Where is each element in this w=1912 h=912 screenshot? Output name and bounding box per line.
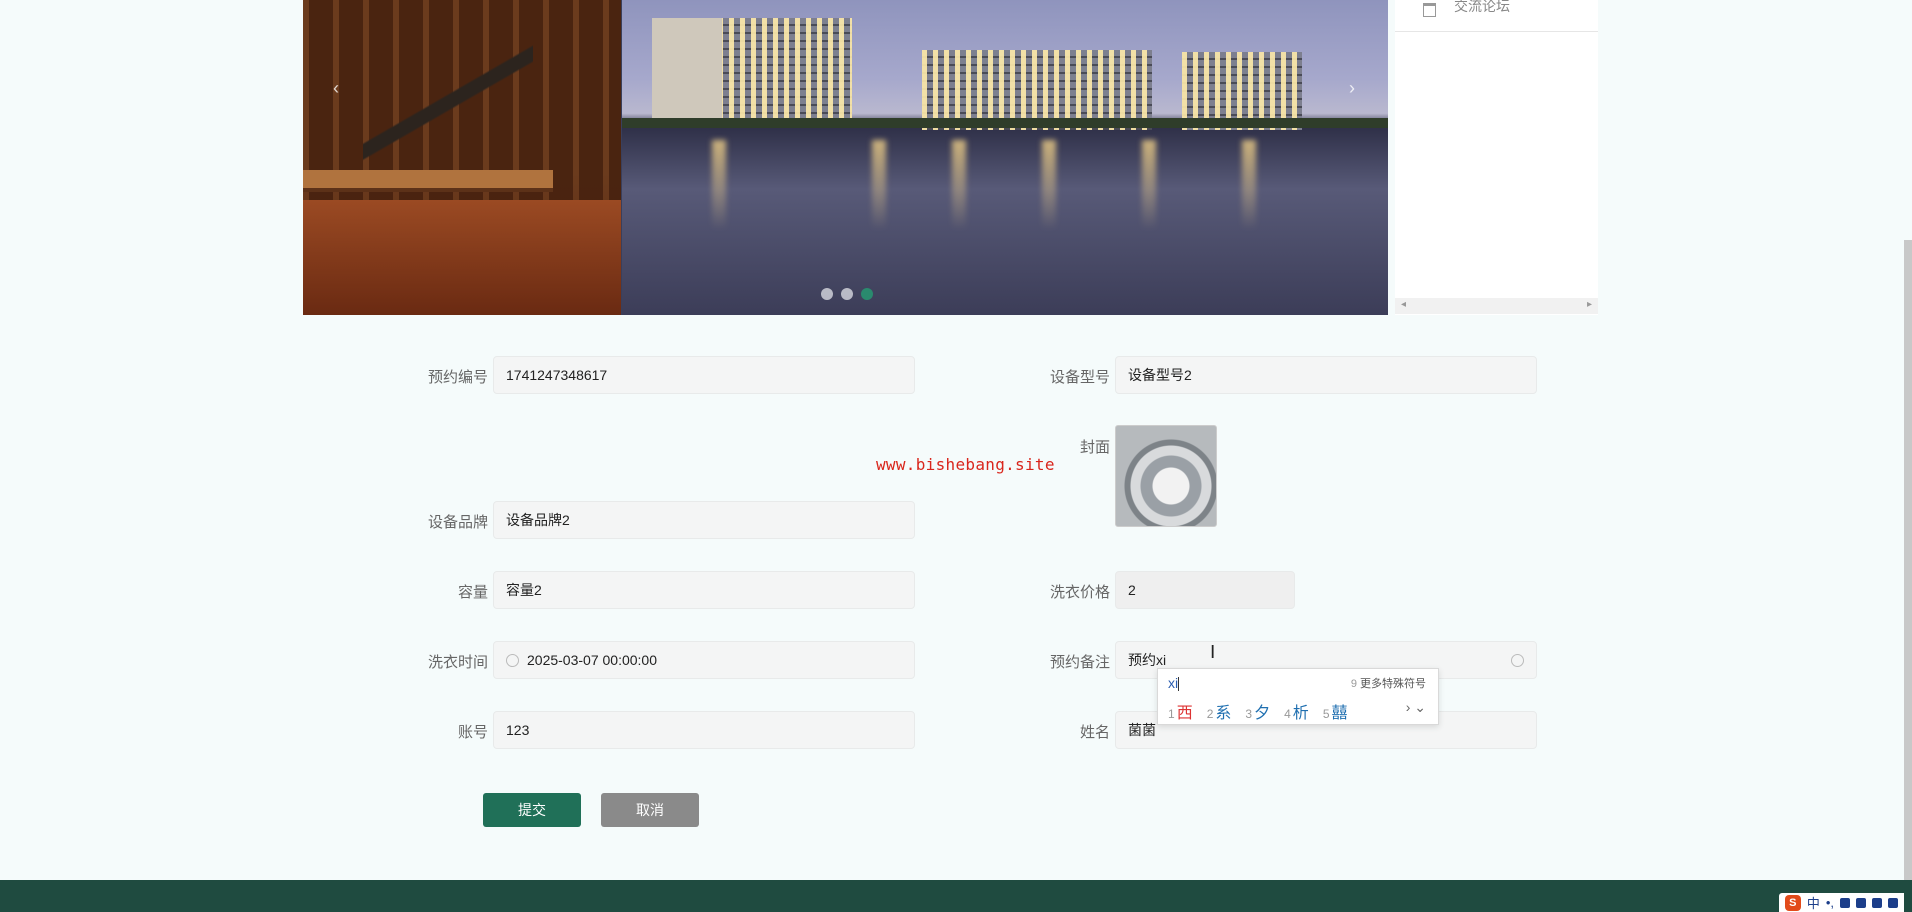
ime-candidate-popup[interactable]: xi 9 更多特殊符号 1西 2系 3夕 4析 5囍 › ⌄ [1157, 668, 1439, 725]
side-menu-item-forum[interactable]: 交流论坛 [1423, 0, 1510, 30]
calendar-icon [1423, 3, 1436, 17]
note-value: 预约xi [1128, 652, 1167, 668]
submit-button[interactable]: 提交 [483, 793, 581, 827]
watermark-text: www.bishebang.site [876, 455, 1055, 474]
wash-time-picker[interactable]: 2025-03-07 00:00:00 [493, 641, 915, 679]
account-input[interactable]: 123 [493, 711, 915, 749]
punctuation-icon[interactable]: •, [1826, 895, 1834, 910]
brand-input[interactable]: 设备品牌2 [493, 501, 915, 539]
carousel-dot-active[interactable] [861, 288, 873, 300]
ime-pinyin: xi [1168, 675, 1180, 692]
side-menu-item-label: 交流论坛 [1454, 0, 1510, 14]
ime-special-symbols[interactable]: 9 更多特殊符号 [1351, 675, 1426, 691]
carousel-prev-icon[interactable]: ‹ [333, 78, 339, 99]
staircase-shape [363, 40, 533, 170]
text-cursor-icon: I [1210, 642, 1216, 663]
cancel-button[interactable]: 取消 [601, 793, 699, 827]
booking-no-label: 预约编号 [427, 369, 488, 386]
page-footer [0, 880, 1912, 912]
scroll-left-icon[interactable]: ◂ [1401, 299, 1406, 310]
brand-label: 设备品牌 [427, 514, 488, 531]
toolbox-icon[interactable] [1888, 897, 1898, 908]
library-slide-image [303, 0, 621, 315]
cover-image[interactable] [1115, 425, 1217, 527]
clock-icon [506, 653, 519, 667]
divider [1395, 31, 1598, 32]
light-reflection [1042, 140, 1056, 230]
light-reflection [952, 140, 966, 230]
wash-time-label: 洗衣时间 [427, 654, 488, 671]
building-left-wall [652, 18, 722, 118]
ime-toolbar[interactable]: S 中 •, [1778, 893, 1904, 912]
carousel-next-icon[interactable]: › [1349, 78, 1355, 99]
carousel-indicators [821, 288, 873, 300]
ime-next-page-icon[interactable]: › ⌄ [1406, 699, 1426, 716]
tree-line [622, 118, 1388, 128]
note-label: 预约备注 [1049, 654, 1110, 671]
side-menu-panel: 交流论坛 ◂ ▸ [1395, 0, 1598, 315]
skin-icon[interactable] [1872, 897, 1882, 908]
campus-slide-image [622, 0, 1388, 315]
light-reflection [872, 140, 886, 230]
vertical-scrollbar[interactable] [1904, 240, 1912, 912]
banner-carousel[interactable]: ‹ › [303, 0, 1388, 315]
carousel-dot[interactable] [821, 288, 833, 300]
capacity-input[interactable]: 容量2 [493, 571, 915, 609]
account-label: 账号 [457, 724, 488, 741]
horizontal-scrollbar[interactable]: ◂ ▸ [1395, 298, 1598, 314]
ime-candidate[interactable]: 5囍 [1323, 699, 1348, 723]
sogou-logo-icon: S [1784, 894, 1801, 911]
carousel-dot[interactable] [841, 288, 853, 300]
floor-shape [303, 200, 621, 315]
keyboard-icon[interactable] [1856, 897, 1866, 908]
clear-icon[interactable] [1511, 654, 1524, 667]
ime-candidate[interactable]: 3夕 [1245, 699, 1270, 723]
ime-mode-indicator[interactable]: 中 [1807, 893, 1820, 912]
scroll-right-icon[interactable]: ▸ [1587, 299, 1592, 310]
light-reflection [712, 140, 726, 230]
ime-candidate[interactable]: 2系 [1207, 699, 1232, 723]
microphone-icon[interactable] [1840, 897, 1850, 908]
light-reflection [1242, 140, 1256, 230]
model-label: 设备型号 [1049, 369, 1110, 386]
table-shape [303, 170, 553, 188]
cover-label: 封面 [1079, 439, 1110, 456]
capacity-label: 容量 [457, 584, 488, 601]
wash-time-value: 2025-03-07 00:00:00 [527, 652, 657, 668]
model-input[interactable]: 设备型号2 [1115, 356, 1537, 394]
booking-no-input[interactable]: 1741247348617 [493, 356, 915, 394]
ime-candidate[interactable]: 1西 [1168, 699, 1193, 723]
ime-candidate[interactable]: 4析 [1284, 699, 1309, 723]
price-input[interactable]: 2 [1115, 571, 1295, 609]
ime-candidate-list: 1西 2系 3夕 4析 5囍 [1168, 699, 1348, 723]
name-label: 姓名 [1079, 724, 1110, 741]
light-reflection [1142, 140, 1156, 230]
price-label: 洗衣价格 [1049, 584, 1110, 601]
